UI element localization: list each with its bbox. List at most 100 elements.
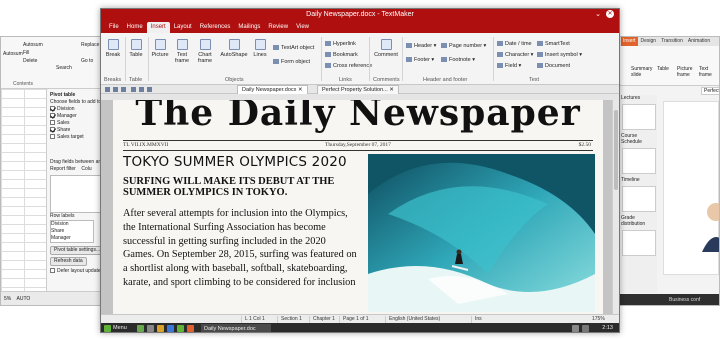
lines-button[interactable]: Lines <box>251 39 269 58</box>
folder-icon[interactable] <box>157 325 164 332</box>
header-button[interactable]: Header ▾ <box>406 43 436 49</box>
menu-home[interactable]: Home <box>123 22 147 33</box>
minimize-icon[interactable]: ⌄ <box>595 10 601 18</box>
slide-thumbnail[interactable] <box>622 148 656 174</box>
chapter-indicator: Chapter 1 <box>309 316 335 323</box>
chart-frame-button[interactable]: Chart frame <box>194 39 216 64</box>
clock: 2:13 <box>602 325 613 331</box>
app-icon[interactable] <box>137 325 144 332</box>
tab-transition[interactable]: Transition <box>659 37 685 46</box>
undo-icon[interactable] <box>139 87 144 92</box>
row-label-item[interactable]: Share <box>51 228 93 235</box>
smarttext-button[interactable]: SmartText <box>537 41 570 47</box>
menu-file[interactable]: File <box>105 22 123 33</box>
slide-thumbnail[interactable] <box>622 186 656 212</box>
cross-reference-icon <box>325 63 331 69</box>
slide-thumbnails: Lectures Course Schedule Timeline Grade … <box>621 95 657 293</box>
network-icon[interactable] <box>582 325 589 332</box>
cross-reference-button[interactable]: Cross reference <box>325 63 372 69</box>
print-icon[interactable] <box>131 87 136 92</box>
menu-review[interactable]: Review <box>264 22 292 33</box>
autoshape-button[interactable]: AutoShape <box>219 39 249 58</box>
fill-button[interactable]: Fill <box>23 50 29 56</box>
insert-mode[interactable]: Ins <box>471 316 482 323</box>
taskbar-item[interactable]: Business conf <box>669 297 700 303</box>
doc-tab-perfect-property[interactable]: Perfect Property Solution... ✕ <box>317 85 399 94</box>
character-button[interactable]: Character ▾ <box>497 52 533 58</box>
calendar-icon <box>497 41 503 47</box>
language-indicator[interactable]: English (United States) <box>385 316 440 323</box>
spreadsheet-app-icon[interactable] <box>177 325 184 332</box>
document-page[interactable]: The Daily Newspaper TL VII.IX.MMXVII Thu… <box>113 100 603 314</box>
doc-tab-perfect[interactable]: Perfect <box>701 87 719 95</box>
break-button[interactable]: Break <box>104 39 122 58</box>
picture-button[interactable]: Picture <box>150 39 170 58</box>
tab-animation[interactable]: Animation <box>686 37 712 46</box>
footer-button[interactable]: Footer ▾ <box>406 57 434 63</box>
menu-view[interactable]: View <box>292 22 313 33</box>
taskbar-task-textmaker[interactable]: Daily Newspaper.doc <box>201 324 271 332</box>
vertical-scrollbar[interactable] <box>612 100 619 314</box>
insert-symbol-button[interactable]: Insert symbol ▾ <box>537 52 582 58</box>
menu-references[interactable]: References <box>196 22 235 33</box>
open-icon[interactable] <box>113 87 118 92</box>
app-icon[interactable] <box>147 325 154 332</box>
form-object-button[interactable]: Form object <box>273 59 310 65</box>
presentation-app-icon[interactable] <box>187 325 194 332</box>
thumb-label: Lectures <box>621 95 641 101</box>
autosum-button[interactable]: Autosum <box>23 42 43 48</box>
new-icon[interactable] <box>105 87 110 92</box>
table-button[interactable]: Table <box>127 39 145 58</box>
row-label-item[interactable]: Manager <box>51 235 93 242</box>
field-button[interactable]: Field ▾ <box>497 63 521 69</box>
shield-icon[interactable] <box>572 325 579 332</box>
textart-button[interactable]: TextArt object <box>273 45 314 51</box>
menu-mailings[interactable]: Mailings <box>234 22 264 33</box>
close-icon[interactable]: ✕ <box>606 10 614 18</box>
scroll-thumb[interactable] <box>614 110 618 190</box>
start-menu-button[interactable]: Menu <box>113 325 127 331</box>
form-icon <box>273 59 279 65</box>
menu-logo-icon[interactable] <box>104 325 111 332</box>
search-button[interactable]: Search <box>56 65 72 71</box>
footnote-button[interactable]: Footnote ▾ <box>441 57 475 63</box>
text-frame-button[interactable]: Text frame <box>172 39 192 64</box>
delete-button[interactable]: Delete <box>23 58 37 64</box>
slide-canvas[interactable] <box>663 101 719 275</box>
tab-design[interactable]: Design <box>639 37 659 46</box>
menu-insert[interactable]: Insert <box>146 22 170 33</box>
slide-thumbnail[interactable] <box>622 104 656 130</box>
picture-frame-button[interactable]: Picture frame <box>677 66 697 78</box>
comment-button[interactable]: Comment <box>373 39 399 58</box>
ribbon-item[interactable]: Autosum <box>3 51 23 57</box>
hyperlink-button[interactable]: Hyperlink <box>325 41 356 47</box>
save-icon[interactable] <box>121 87 126 92</box>
zoom-readout: 5% <box>4 296 12 302</box>
bookmark-button[interactable]: Bookmark <box>325 52 358 58</box>
pivot-settings-button[interactable]: Pivot table settings... <box>50 246 105 255</box>
slide-thumbnail[interactable] <box>622 230 656 256</box>
spreadsheet-grid[interactable] <box>1 89 47 291</box>
text-frame-button[interactable]: Text frame <box>699 66 717 78</box>
zoom-level[interactable]: 175% <box>589 316 605 323</box>
summary-slide-button[interactable]: Summary slide <box>631 66 653 78</box>
refresh-data-button[interactable]: Refresh data <box>50 257 87 266</box>
doc-tab-daily-newspaper[interactable]: Daily Newspaper.docx ✕ <box>237 85 308 94</box>
menu-layout[interactable]: Layout <box>170 22 196 33</box>
surfer-photo[interactable] <box>368 154 595 312</box>
symbol-icon <box>537 52 543 58</box>
row-label-item[interactable]: Division <box>51 221 93 228</box>
footer-icon <box>406 57 412 63</box>
table-button[interactable]: Table <box>657 66 669 72</box>
date-time-button[interactable]: Date / time <box>497 41 532 47</box>
app-icon[interactable] <box>167 325 174 332</box>
replace-button[interactable]: Replace <box>81 42 99 48</box>
goto-button[interactable]: Go to <box>81 58 93 64</box>
issue-number: TL VII.IX.MMXVII <box>123 142 169 148</box>
tab-insert[interactable]: Insert <box>621 37 638 46</box>
picture-icon <box>154 39 166 50</box>
redo-icon[interactable] <box>147 87 152 92</box>
document-button[interactable]: Document <box>537 63 570 69</box>
page-number-button[interactable]: Page number ▾ <box>441 43 486 49</box>
chart-icon <box>199 39 211 50</box>
